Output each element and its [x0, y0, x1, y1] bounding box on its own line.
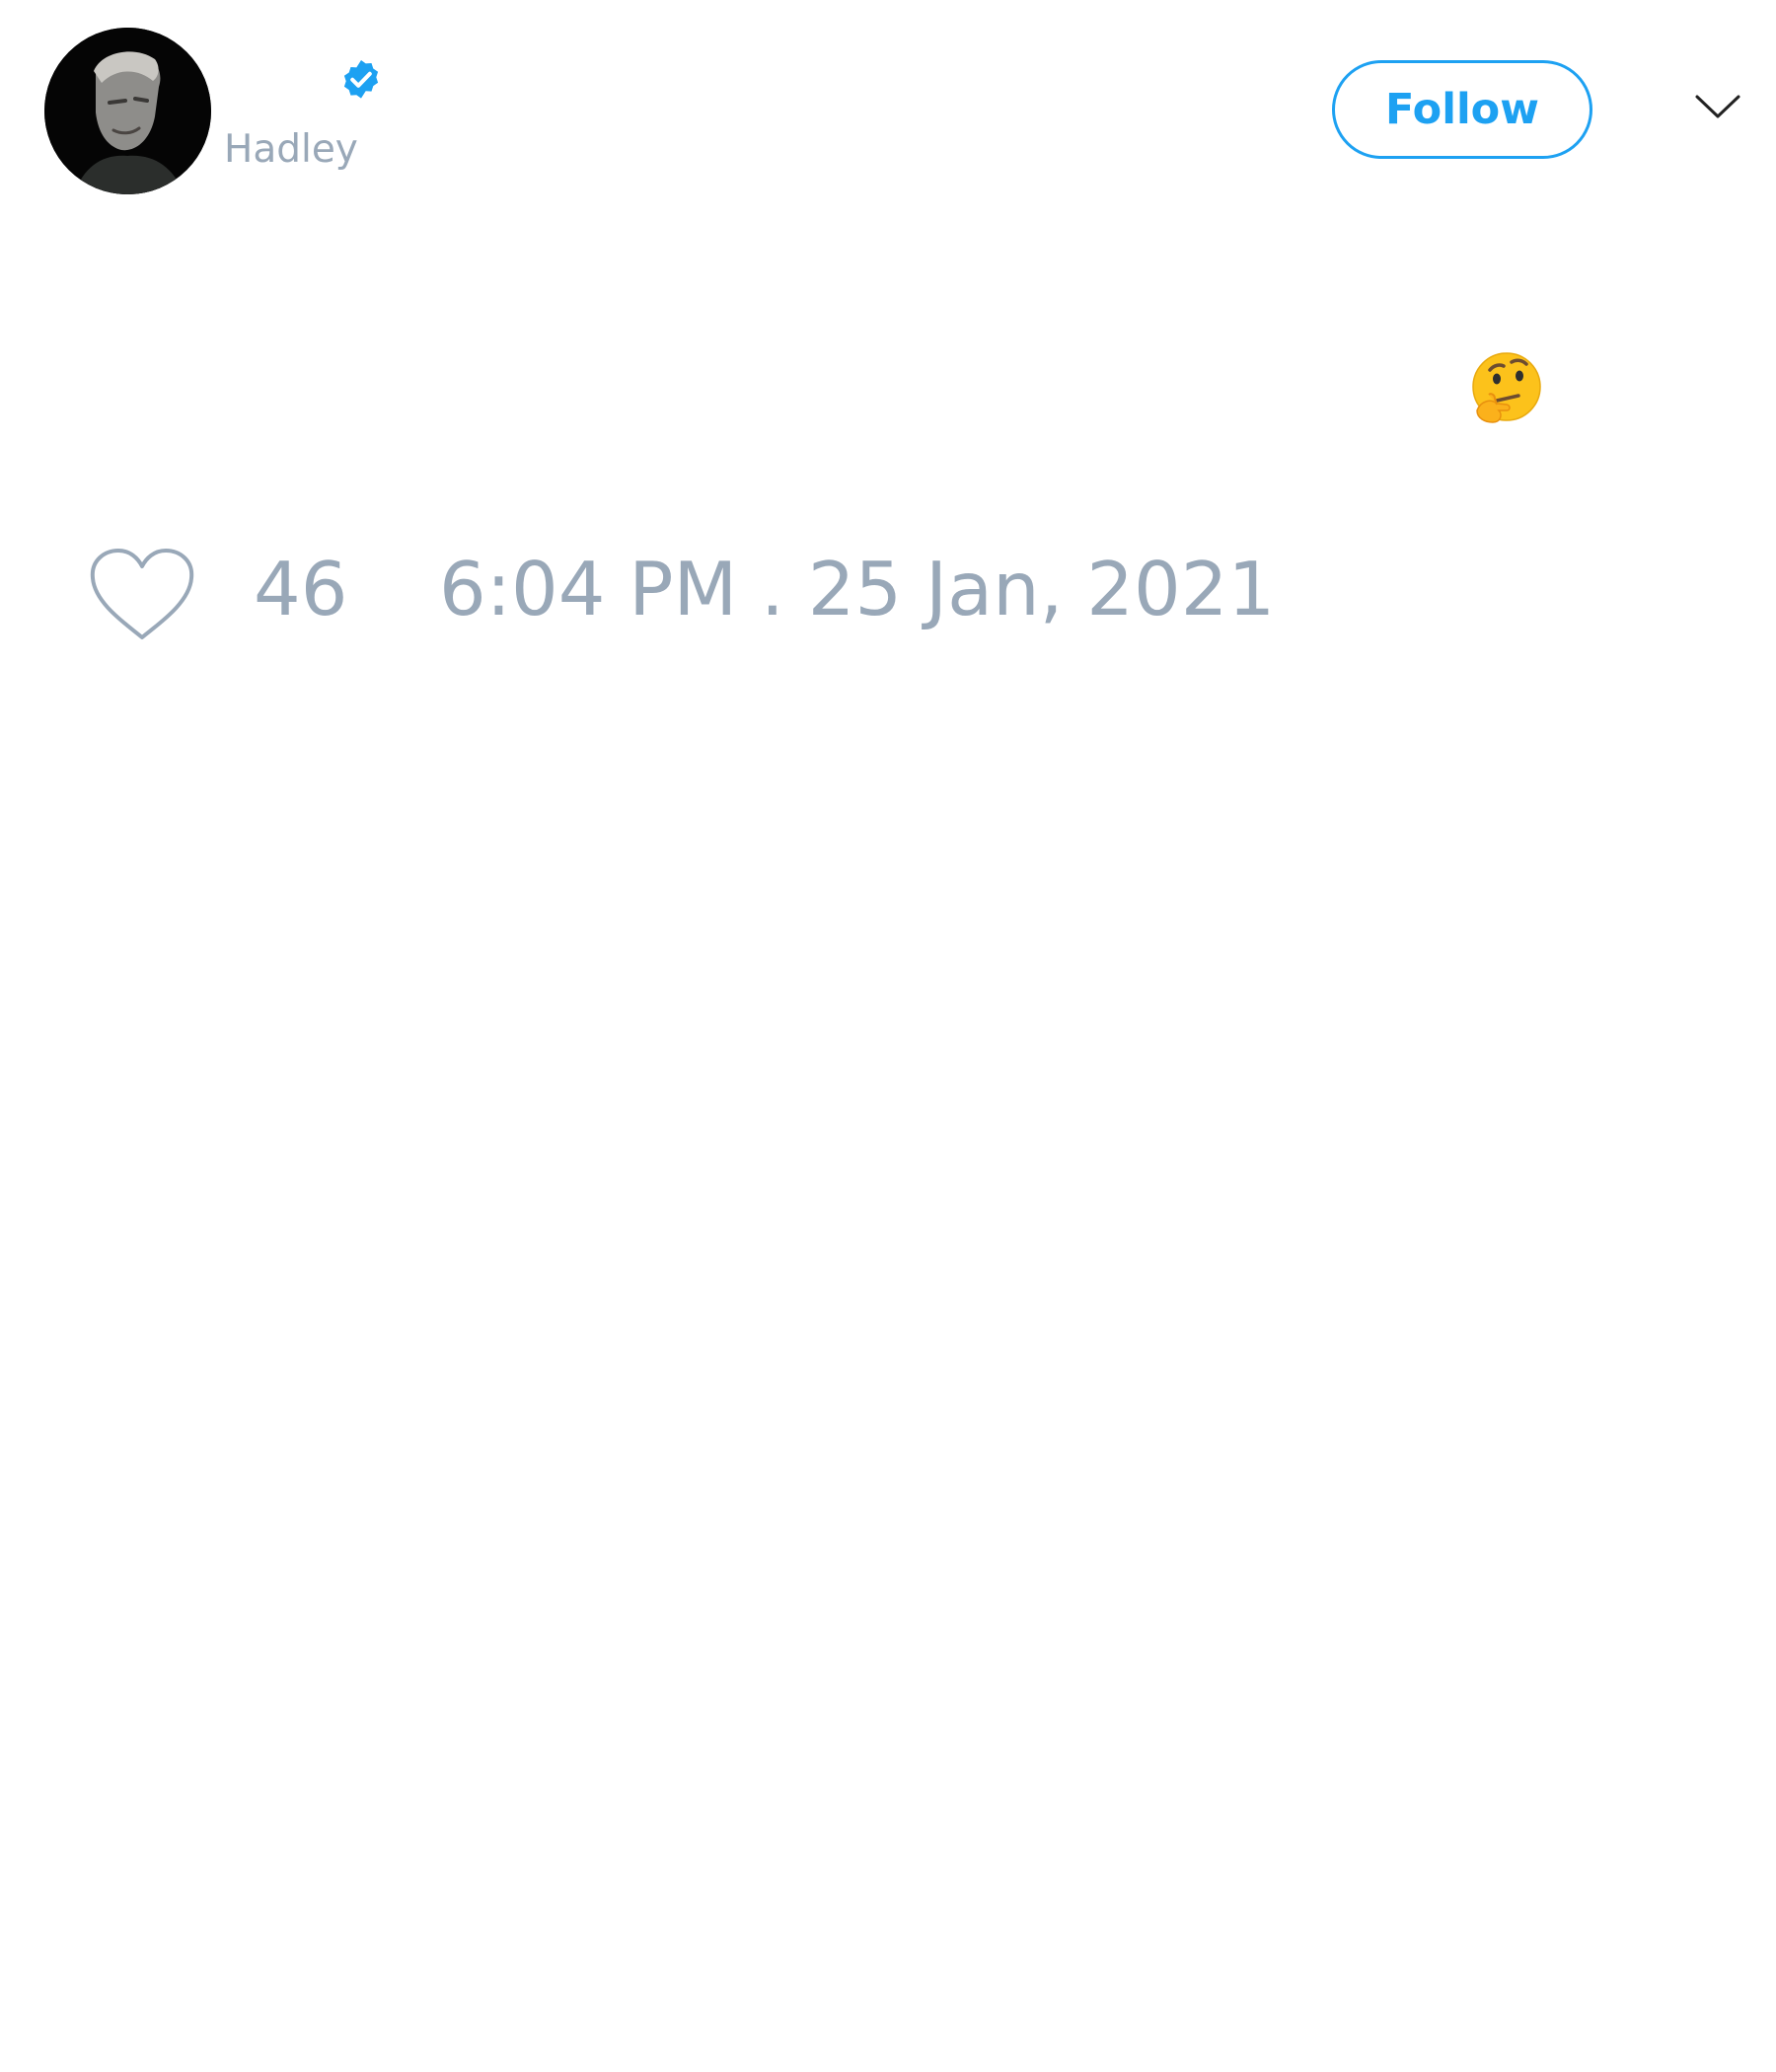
avatar[interactable]: [44, 28, 211, 194]
author-handle[interactable]: Hadley: [224, 126, 358, 174]
like-count: 46: [254, 546, 348, 632]
verified-badge-icon: [343, 60, 379, 99]
tweet-meta-row: 46 6:04 PM . 25 Jan, 2021: [0, 538, 1776, 646]
tweet-timestamp[interactable]: 6:04 PM . 25 Jan, 2021: [439, 538, 1275, 641]
chevron-down-icon[interactable]: [1694, 93, 1741, 122]
tweet-card: Hadley Follow 46 6:04 PM . 25 Jan, 2021: [0, 0, 1776, 2072]
avatar-photo: [44, 28, 211, 194]
follow-button[interactable]: Follow: [1332, 60, 1592, 159]
heart-icon[interactable]: [89, 547, 195, 642]
thinking-face-emoji-icon: [1472, 352, 1541, 423]
